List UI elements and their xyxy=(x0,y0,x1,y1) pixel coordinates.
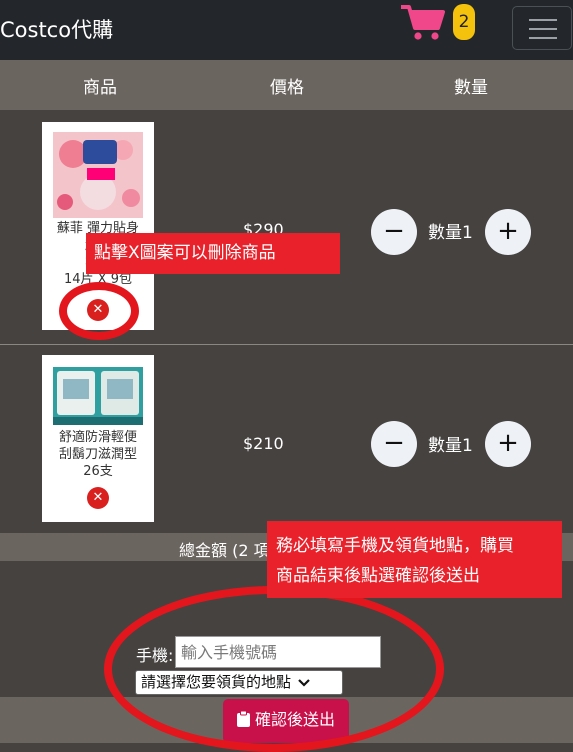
product-image xyxy=(53,367,143,425)
close-icon: ✕ xyxy=(92,490,104,505)
decrement-quantity-button[interactable]: − xyxy=(371,209,417,255)
increment-quantity-button[interactable]: + xyxy=(485,421,531,467)
header-product: 商品 xyxy=(83,78,117,98)
table-row: 舒適防滑輕便 刮鬍刀滋潤型 26支 ✕ $210 − 數量1 + xyxy=(0,345,573,533)
form-highlight-ring xyxy=(104,586,444,752)
delete-item-button[interactable]: ✕ xyxy=(87,487,109,509)
delete-tip-callout: 點擊X圖案可以刪除商品 xyxy=(86,233,340,274)
cart-count-badge: 2 xyxy=(453,4,475,40)
brand-title[interactable]: Costco代購 xyxy=(0,14,113,44)
header-price: 價格 xyxy=(270,78,304,98)
product-card: 舒適防滑輕便 刮鬍刀滋潤型 26支 ✕ xyxy=(42,355,154,522)
decrement-quantity-button[interactable]: − xyxy=(371,421,417,467)
hamburger-menu-icon xyxy=(529,19,557,21)
increment-quantity-button[interactable]: + xyxy=(485,209,531,255)
product-name: 舒適防滑輕便 刮鬍刀滋潤型 26支 xyxy=(58,430,137,479)
product-image xyxy=(53,132,143,218)
shopping-cart-icon[interactable] xyxy=(398,2,446,42)
quantity-label: 數量1 xyxy=(428,223,473,243)
total-amount-text: 總金額 (2 項 xyxy=(179,541,270,560)
cart-table-header: 商品 價格 數量 xyxy=(0,60,573,110)
delete-highlight-ring xyxy=(59,282,139,340)
quantity-label: 數量1 xyxy=(428,436,473,456)
item-price: $210 xyxy=(243,434,284,453)
top-navbar: Costco代購 2 xyxy=(0,0,573,60)
header-quantity: 數量 xyxy=(454,78,488,98)
menu-toggle-button[interactable] xyxy=(512,6,572,50)
form-tip-callout: 務必填寫手機及領貨地點，購買 商品結束後點選確認後送出 xyxy=(267,521,562,598)
